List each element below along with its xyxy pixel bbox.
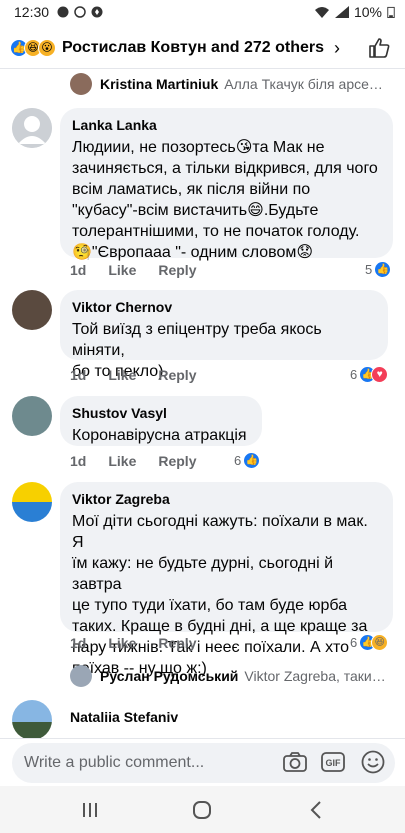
comment-composer: Write a public comment... GIF	[0, 738, 405, 784]
like-outline-icon[interactable]	[367, 36, 391, 60]
status-time: 12:30	[14, 4, 50, 20]
back-icon[interactable]	[305, 798, 329, 822]
avatar[interactable]	[12, 396, 52, 436]
like-button[interactable]: Like	[108, 367, 136, 383]
comment-author[interactable]: Viktor Zagreba	[72, 490, 381, 508]
reply-button[interactable]: Reply	[158, 367, 196, 383]
reply-snippet: Алла Ткачук біля арсену б...	[224, 76, 390, 92]
svg-text:GIF: GIF	[326, 758, 342, 768]
compass-icon	[91, 6, 103, 18]
notification-icon	[74, 6, 86, 18]
avatar[interactable]	[12, 108, 52, 148]
header-divider	[0, 68, 405, 69]
battery-icon	[387, 6, 395, 18]
like-reaction-icon: 👍	[374, 261, 392, 278]
reply-button[interactable]: Reply	[158, 262, 196, 278]
avatar[interactable]	[12, 700, 52, 740]
like-button[interactable]: Like	[108, 262, 136, 278]
avatar	[70, 665, 92, 687]
like-button[interactable]: Like	[108, 453, 136, 469]
reply-preview[interactable]: Руслан Рудомський Viktor Zagreba, таким …	[70, 665, 390, 687]
comment-age: 1d	[70, 453, 87, 469]
comment-text: Коронавірусна атракція	[72, 427, 247, 444]
comment-age: 1d	[70, 635, 87, 651]
recent-apps-icon[interactable]	[78, 798, 102, 822]
reaction-count[interactable]: 6 👍 😆	[350, 634, 389, 651]
camera-icon[interactable]	[282, 749, 308, 775]
reply-preview[interactable]: Kristina Martiniuk Алла Ткачук біля арсе…	[70, 73, 390, 95]
comment-bubble: Viktor Zagreba Мої діти сьогодні кажуть:…	[60, 482, 393, 677]
battery-percent: 10%	[353, 4, 382, 20]
comment-author[interactable]: Nataliia Stefaniv	[70, 709, 178, 725]
signal-icon	[334, 6, 349, 18]
default-avatar-icon	[12, 108, 52, 148]
wow-reaction-icon: 😮	[38, 39, 56, 57]
reply-button[interactable]: Reply	[158, 453, 196, 469]
chevron-right-icon[interactable]: ›	[334, 38, 340, 59]
comment-age: 1d	[70, 367, 87, 383]
comment-author[interactable]: Viktor Chernov	[72, 298, 376, 316]
like-reaction-icon: 👍	[243, 452, 261, 469]
gif-icon[interactable]: GIF	[320, 749, 346, 775]
emoji-icon[interactable]	[360, 749, 386, 775]
reply-author: Kristina Martiniuk	[100, 76, 219, 92]
avatar[interactable]	[12, 290, 52, 330]
reaction-icons: 👍 😆 😮	[10, 39, 56, 57]
reactors-summary[interactable]: Ростислав Ковтун and 272 others	[62, 39, 324, 57]
avatar	[70, 73, 92, 95]
reply-button[interactable]: Reply	[158, 635, 196, 651]
system-navigation-bar	[0, 786, 405, 833]
wifi-icon	[314, 7, 329, 18]
comment-actions: 1d Like Reply	[70, 262, 196, 278]
messenger-icon	[57, 6, 69, 18]
comment-bubble: Lanka Lanka Людиии, не позортесь😘та Мак …	[60, 108, 393, 261]
reactions-header[interactable]: 👍 😆 😮 Ростислав Ковтун and 272 others ›	[0, 28, 405, 68]
comment-text: Мої діти сьогодні кажуть: поїхали в мак.…	[72, 513, 368, 677]
comment-actions: 1d Like Reply	[70, 367, 196, 383]
comment-bubble: Shustov Vasyl Коронавірусна атракція	[60, 396, 262, 446]
reply-author: Руслан Рудомський	[100, 668, 239, 684]
haha-reaction-icon: 😆	[371, 634, 389, 651]
reaction-count[interactable]: 6 👍 ♥	[350, 366, 389, 383]
comment-text: Людиии, не позортесь😘та Мак не зачиняєть…	[72, 139, 378, 261]
comment-author[interactable]: Lanka Lanka	[72, 116, 381, 134]
comment-bubble: Viktor Chernov Той виїзд з епіцентру тре…	[60, 290, 388, 380]
reply-snippet: Viktor Zagreba, таким те...	[244, 668, 390, 684]
avatar[interactable]	[12, 482, 52, 522]
reaction-count[interactable]: 5 👍	[365, 261, 392, 278]
like-button[interactable]: Like	[108, 635, 136, 651]
comment-actions: 1d Like Reply	[70, 635, 196, 651]
comment-actions: 1d Like Reply	[70, 453, 196, 469]
status-bar: 12:30 10%	[0, 0, 405, 24]
comment-age: 1d	[70, 262, 87, 278]
home-icon[interactable]	[190, 798, 214, 822]
reaction-count[interactable]: 6 👍	[234, 452, 261, 469]
love-reaction-icon: ♥	[371, 366, 389, 383]
comment-author[interactable]: Shustov Vasyl	[72, 404, 250, 422]
